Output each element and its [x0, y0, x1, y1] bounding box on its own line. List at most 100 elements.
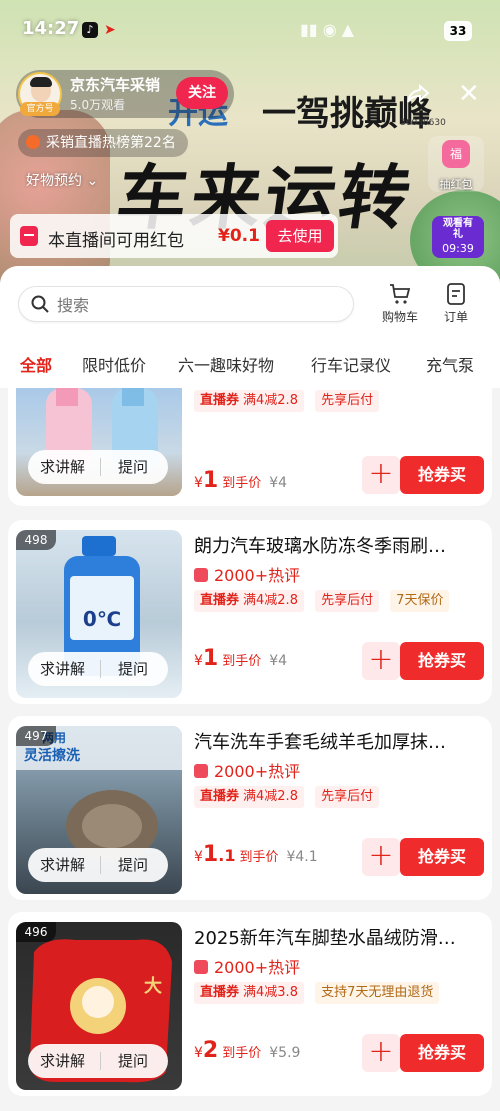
- tab-all[interactable]: 全部: [20, 352, 52, 376]
- request-explain-button[interactable]: 求讲解: [40, 848, 85, 882]
- order-button[interactable]: 订单: [430, 282, 482, 326]
- coupon-tag-value: 满4减2.8: [243, 789, 298, 804]
- hot-rank-badge[interactable]: 采销直播热榜第22名: [18, 129, 188, 157]
- divider: [100, 856, 101, 874]
- lucky-draw-redpack[interactable]: 福 抽红包: [428, 136, 484, 192]
- chevron-down-icon: ⌄: [86, 173, 99, 189]
- tiktok-icon: ♪: [82, 22, 98, 38]
- ask-question-button[interactable]: 提问: [118, 1044, 148, 1078]
- add-to-cart-button[interactable]: +: [362, 1034, 400, 1072]
- host-name: 京东汽车采销: [70, 76, 161, 94]
- rank-badge: 498: [16, 530, 56, 550]
- product-card[interactable]: 求讲解 提问 直播券 满4减2.8 先享后付 ¥1 到手价 ¥4 + 抢券买: [8, 388, 492, 506]
- cart-icon: [390, 284, 411, 304]
- original-price: ¥5.9: [269, 1045, 301, 1061]
- host-card[interactable]: 官方号 京东汽车采销 5.0万观看 关注: [16, 70, 234, 118]
- search-icon: [31, 295, 49, 313]
- redpack-label: 抽红包: [439, 178, 473, 191]
- coupon-tag-prefix: 直播券: [200, 393, 240, 408]
- request-explain-button[interactable]: 求讲解: [40, 450, 85, 484]
- product-title[interactable]: 2025新年汽车脚垫水晶绒防滑…: [194, 924, 484, 950]
- use-coupon-button[interactable]: 去使用: [266, 220, 334, 252]
- ask-question-button[interactable]: 提问: [118, 450, 148, 484]
- pay-later-tag: 先享后付: [315, 390, 380, 412]
- price-label: 到手价: [222, 476, 262, 491]
- tab-air-pump[interactable]: 充气泵: [426, 352, 474, 376]
- price-label: 到手价: [239, 850, 279, 865]
- ask-question-button[interactable]: 提问: [118, 652, 148, 686]
- original-price: ¥4: [269, 653, 288, 669]
- buy-with-coupon-button[interactable]: 抢券买: [400, 456, 484, 494]
- coupon-tag-value: 满4减3.8: [243, 985, 298, 1000]
- svg-text:大: 大: [144, 975, 162, 997]
- svg-text:0℃: 0℃: [83, 607, 121, 631]
- price-integer: 1: [202, 468, 219, 493]
- coupon-tag-prefix: 直播券: [200, 985, 240, 1000]
- currency-symbol: ¥: [194, 653, 203, 669]
- thumbs-up-icon: [194, 764, 208, 778]
- hot-review-count: 2000+热评: [194, 562, 300, 586]
- coupon-tag-value: 满4减2.8: [243, 393, 298, 408]
- product-price: ¥1 到手价 ¥4: [194, 468, 287, 493]
- price-label: 到手价: [222, 1046, 262, 1061]
- price-integer: 2: [202, 1038, 219, 1063]
- hot-review-text: 2000+热评: [214, 958, 301, 977]
- product-image[interactable]: 求讲解 提问: [16, 388, 182, 496]
- add-to-cart-button[interactable]: +: [362, 838, 400, 876]
- tab-children-day[interactable]: 六一趣味好物: [178, 352, 274, 376]
- buy-with-coupon-button[interactable]: 抢券买: [400, 1034, 484, 1072]
- add-to-cart-button[interactable]: +: [362, 642, 400, 680]
- share-icon[interactable]: [406, 83, 430, 104]
- gift-label: 观看有礼: [443, 218, 473, 240]
- preorder-link[interactable]: 好物预约 ⌄: [26, 170, 98, 190]
- tab-limited-time[interactable]: 限时低价: [82, 352, 146, 376]
- rank-badge: 497: [16, 726, 56, 746]
- hot-rank-text: 采销直播热榜第22名: [46, 135, 176, 151]
- buy-with-coupon-button[interactable]: 抢券买: [400, 642, 484, 680]
- rank-badge: 496: [16, 922, 56, 942]
- product-price: ¥1.1 到手价 ¥4.1: [194, 842, 318, 867]
- divider: [100, 1052, 101, 1070]
- product-card[interactable]: 两用 灵活擦洗 求讲解 提问 497 汽车洗车手套毛绒羊毛加厚抹… 2000+热…: [8, 716, 492, 900]
- cart-label: 购物车: [381, 310, 418, 324]
- close-icon[interactable]: ✕: [458, 81, 482, 107]
- order-label: 订单: [443, 310, 468, 324]
- original-price: ¥4: [269, 475, 288, 491]
- cart-button[interactable]: 购物车: [374, 282, 426, 326]
- svg-text:灵活擦洗: 灵活擦洗: [24, 747, 80, 764]
- hot-review-text: 2000+热评: [214, 566, 301, 585]
- location-arrow-icon: ➤: [104, 22, 116, 38]
- ask-question-button[interactable]: 提问: [118, 848, 148, 882]
- request-explain-button[interactable]: 求讲解: [40, 1044, 85, 1078]
- product-title[interactable]: 朗力汽车玻璃水防冻冬季雨刷…: [194, 532, 484, 558]
- request-explain-button[interactable]: 求讲解: [40, 652, 85, 686]
- price-integer: 1: [202, 842, 219, 867]
- product-image[interactable]: 大 求讲解 提问: [16, 922, 182, 1090]
- order-icon: [447, 283, 465, 305]
- add-to-cart-button[interactable]: +: [362, 456, 400, 494]
- search-input[interactable]: [57, 293, 337, 317]
- follow-button[interactable]: 关注: [176, 77, 228, 109]
- flame-icon: [26, 135, 40, 149]
- product-card[interactable]: 0℃ 求讲解 提问 498 朗力汽车玻璃水防冻冬季雨刷… 2000+热评 直播券…: [8, 520, 492, 704]
- hot-review-count: 2000+热评: [194, 758, 300, 782]
- search-box[interactable]: [18, 286, 354, 322]
- product-price: ¥2 到手价 ¥5.9: [194, 1038, 300, 1063]
- coupon-text: 本直播间可用红包: [48, 231, 184, 251]
- thumb-actions: 求讲解 提问: [28, 1044, 168, 1078]
- thumb-actions: 求讲解 提问: [28, 848, 168, 882]
- coupon-banner[interactable]: 本直播间可用红包 ¥0.1 去使用: [10, 214, 338, 258]
- coupon-tag: 直播券 满4减2.8: [194, 786, 304, 808]
- product-image[interactable]: 0℃ 求讲解 提问: [16, 530, 182, 698]
- product-tags: 直播券 满4减3.8 支持7天无理由退货: [194, 982, 445, 1004]
- product-title[interactable]: 汽车洗车手套毛绒羊毛加厚抹…: [194, 728, 484, 754]
- product-card[interactable]: 大 求讲解 提问 496 2025新年汽车脚垫水晶绒防滑… 2000+热评 直播…: [8, 912, 492, 1096]
- buy-with-coupon-button[interactable]: 抢券买: [400, 838, 484, 876]
- pay-later-tag: 先享后付: [315, 786, 380, 808]
- tab-dashcam[interactable]: 行车记录仪: [311, 352, 391, 376]
- product-image[interactable]: 两用 灵活擦洗 求讲解 提问: [16, 726, 182, 894]
- price-label: 到手价: [222, 654, 262, 669]
- currency-symbol: ¥: [194, 849, 203, 865]
- signal-icons: ▮▮ ◉ ▲: [300, 20, 355, 39]
- watch-gift-widget[interactable]: 观看有礼 09:39: [432, 216, 484, 258]
